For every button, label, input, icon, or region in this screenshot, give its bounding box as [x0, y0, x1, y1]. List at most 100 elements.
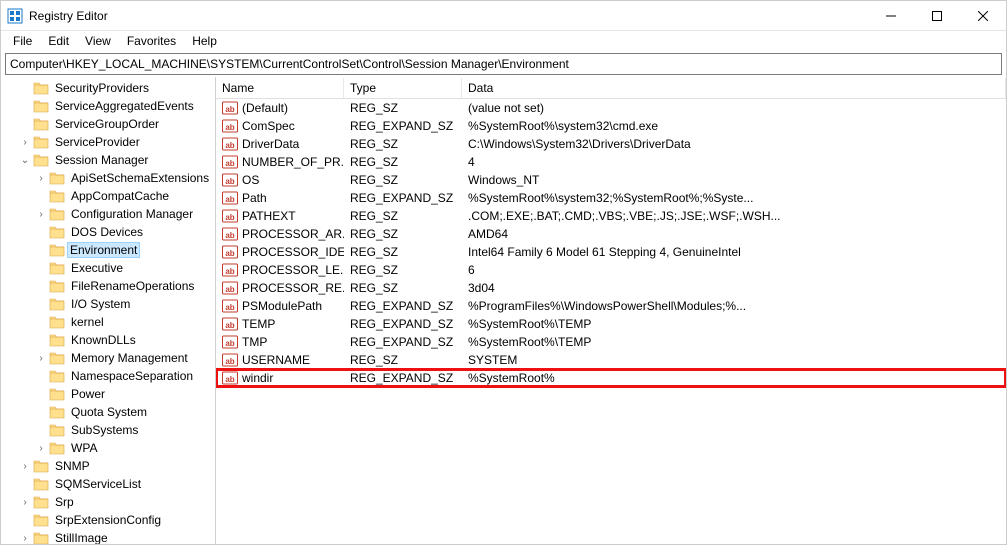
folder-icon — [49, 224, 65, 240]
tree-item[interactable]: ›Memory Management — [1, 349, 215, 367]
list-row[interactable]: PROCESSOR_LE...REG_SZ6 — [216, 261, 1006, 279]
tree-item[interactable]: DOS Devices — [1, 223, 215, 241]
value-data: 4 — [462, 155, 1006, 169]
chevron-right-icon[interactable]: › — [17, 137, 33, 148]
value-type: REG_EXPAND_SZ — [344, 371, 462, 385]
column-header-name[interactable]: Name — [216, 78, 344, 98]
chevron-down-icon[interactable]: ⌄ — [17, 155, 33, 166]
window-controls — [868, 1, 1006, 30]
tree-item[interactable]: SrpExtensionConfig — [1, 511, 215, 529]
value-name: NUMBER_OF_PR... — [242, 155, 344, 169]
tree-item[interactable]: Environment — [1, 241, 215, 259]
folder-icon — [33, 512, 49, 528]
tree-item[interactable]: ›StillImage — [1, 529, 215, 544]
chevron-right-icon[interactable]: › — [17, 461, 33, 472]
tree-item[interactable]: SecurityProviders — [1, 79, 215, 97]
value-data: %ProgramFiles%\WindowsPowerShell\Modules… — [462, 299, 1006, 313]
menu-file[interactable]: File — [5, 32, 40, 50]
folder-icon — [33, 98, 49, 114]
value-name: ComSpec — [242, 119, 295, 133]
tree-item[interactable]: FileRenameOperations — [1, 277, 215, 295]
string-value-icon — [222, 334, 238, 350]
tree-item[interactable]: NamespaceSeparation — [1, 367, 215, 385]
tree-item[interactable]: Power — [1, 385, 215, 403]
value-name-cell: TMP — [216, 334, 344, 350]
folder-icon — [49, 440, 65, 456]
menu-view[interactable]: View — [77, 32, 119, 50]
list-row[interactable]: TEMPREG_EXPAND_SZ%SystemRoot%\TEMP — [216, 315, 1006, 333]
maximize-button[interactable] — [914, 1, 960, 30]
tree-item[interactable]: ⌄Session Manager — [1, 151, 215, 169]
window: Registry Editor File Edit View Favorites… — [0, 0, 1007, 545]
list-row[interactable]: TMPREG_EXPAND_SZ%SystemRoot%\TEMP — [216, 333, 1006, 351]
tree-item[interactable]: SQMServiceList — [1, 475, 215, 493]
column-header-type[interactable]: Type — [344, 78, 462, 98]
list-row[interactable]: DriverDataREG_SZC:\Windows\System32\Driv… — [216, 135, 1006, 153]
list-row[interactable]: PROCESSOR_RE...REG_SZ3d04 — [216, 279, 1006, 297]
value-data: (value not set) — [462, 101, 1006, 115]
folder-icon — [49, 404, 65, 420]
list-row[interactable]: OSREG_SZWindows_NT — [216, 171, 1006, 189]
list-row[interactable]: windirREG_EXPAND_SZ%SystemRoot% — [216, 369, 1006, 387]
tree-item[interactable]: ServiceGroupOrder — [1, 115, 215, 133]
menu-favorites[interactable]: Favorites — [119, 32, 184, 50]
menu-edit[interactable]: Edit — [40, 32, 77, 50]
list-row[interactable]: NUMBER_OF_PR...REG_SZ4 — [216, 153, 1006, 171]
value-name-cell: DriverData — [216, 136, 344, 152]
tree-item[interactable]: I/O System — [1, 295, 215, 313]
value-name: PROCESSOR_LE... — [242, 263, 344, 277]
list-header: Name Type Data — [216, 77, 1006, 99]
list-row[interactable]: PSModulePathREG_EXPAND_SZ%ProgramFiles%\… — [216, 297, 1006, 315]
value-data: C:\Windows\System32\Drivers\DriverData — [462, 137, 1006, 151]
column-header-data[interactable]: Data — [462, 78, 1006, 98]
value-name: OS — [242, 173, 259, 187]
tree-item-label: ServiceAggregatedEvents — [52, 99, 197, 113]
address-bar[interactable]: Computer\HKEY_LOCAL_MACHINE\SYSTEM\Curre… — [5, 53, 1002, 75]
close-button[interactable] — [960, 1, 1006, 30]
chevron-right-icon[interactable]: › — [33, 173, 49, 184]
tree-item[interactable]: ›Srp — [1, 493, 215, 511]
folder-icon — [49, 260, 65, 276]
menu-help[interactable]: Help — [184, 32, 225, 50]
tree-item[interactable]: Executive — [1, 259, 215, 277]
value-data: Windows_NT — [462, 173, 1006, 187]
value-name: PROCESSOR_RE... — [242, 281, 344, 295]
tree-item[interactable]: SubSystems — [1, 421, 215, 439]
value-type: REG_SZ — [344, 263, 462, 277]
list-pane[interactable]: Name Type Data (Default)REG_SZ(value not… — [216, 77, 1006, 544]
value-type: REG_SZ — [344, 209, 462, 223]
tree-item-label: Quota System — [68, 405, 150, 419]
tree-item[interactable]: ServiceAggregatedEvents — [1, 97, 215, 115]
chevron-right-icon[interactable]: › — [33, 443, 49, 454]
chevron-right-icon[interactable]: › — [33, 353, 49, 364]
chevron-right-icon[interactable]: › — [33, 209, 49, 220]
tree-item-label: I/O System — [68, 297, 133, 311]
folder-icon — [33, 80, 49, 96]
chevron-right-icon[interactable]: › — [17, 497, 33, 508]
list-row[interactable]: PATHEXTREG_SZ.COM;.EXE;.BAT;.CMD;.VBS;.V… — [216, 207, 1006, 225]
tree-item[interactable]: ›WPA — [1, 439, 215, 457]
string-value-icon — [222, 370, 238, 386]
tree-item[interactable]: ›ApiSetSchemaExtensions — [1, 169, 215, 187]
tree-item[interactable]: kernel — [1, 313, 215, 331]
tree-item[interactable]: Quota System — [1, 403, 215, 421]
list-row[interactable]: PROCESSOR_AR...REG_SZAMD64 — [216, 225, 1006, 243]
list-row[interactable]: USERNAMEREG_SZSYSTEM — [216, 351, 1006, 369]
value-name-cell: OS — [216, 172, 344, 188]
tree-item[interactable]: KnownDLLs — [1, 331, 215, 349]
tree-item[interactable]: ›Configuration Manager — [1, 205, 215, 223]
tree-item[interactable]: AppCompatCache — [1, 187, 215, 205]
tree-item[interactable]: ›SNMP — [1, 457, 215, 475]
value-name: (Default) — [242, 101, 288, 115]
folder-icon — [33, 476, 49, 492]
list-row[interactable]: ComSpecREG_EXPAND_SZ%SystemRoot%\system3… — [216, 117, 1006, 135]
chevron-right-icon[interactable]: › — [17, 533, 33, 544]
list-row[interactable]: PathREG_EXPAND_SZ%SystemRoot%\system32;%… — [216, 189, 1006, 207]
tree-item[interactable]: ›ServiceProvider — [1, 133, 215, 151]
string-value-icon — [222, 190, 238, 206]
value-name: TMP — [242, 335, 267, 349]
tree-pane[interactable]: SecurityProviders ServiceAggregatedEvents… — [1, 77, 216, 544]
list-row[interactable]: (Default)REG_SZ(value not set) — [216, 99, 1006, 117]
minimize-button[interactable] — [868, 1, 914, 30]
list-row[interactable]: PROCESSOR_IDE...REG_SZIntel64 Family 6 M… — [216, 243, 1006, 261]
